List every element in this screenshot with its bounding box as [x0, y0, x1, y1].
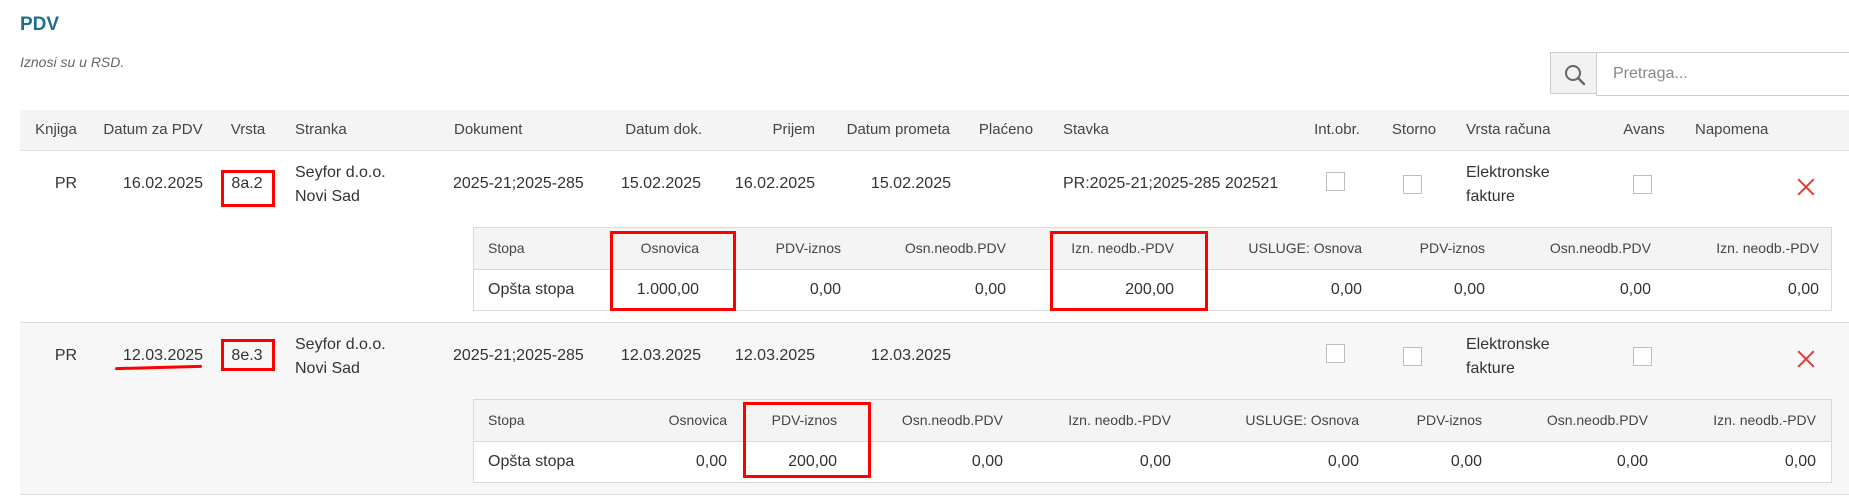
row-datum-dok: 15.02.2025: [620, 175, 701, 192]
int-obr-checkbox[interactable]: [1326, 344, 1345, 363]
search-box: [1550, 52, 1849, 96]
highlight-osnovica-row1: [610, 231, 736, 311]
vrsta-racuna-line2: fakture: [1466, 360, 1515, 377]
sub-col-usluge-osnova: USLUGE: Osnova: [1248, 240, 1362, 256]
col-datum-dok[interactable]: Datum dok.: [625, 110, 702, 150]
int-obr-checkbox[interactable]: [1326, 172, 1345, 191]
storno-checkbox[interactable]: [1403, 175, 1422, 194]
row-knjiga: PR: [54, 175, 78, 192]
sub-usluge-osnova: 0,00: [1330, 281, 1362, 298]
col-placeno[interactable]: Plaćeno: [979, 110, 1033, 150]
row-dokument: 2025-21;2025-285: [453, 347, 584, 364]
sub-osnovica: 0,00: [695, 453, 727, 470]
row-knjiga: PR: [54, 347, 78, 364]
page-title: PDV: [20, 14, 60, 35]
col-prijem[interactable]: Prijem: [772, 110, 815, 150]
sub-stopa: Opšta stopa: [488, 281, 575, 298]
vrsta-racuna-line2: fakture: [1466, 188, 1515, 205]
col-vrsta-racuna[interactable]: Vrsta računa: [1466, 110, 1551, 150]
col-vrsta[interactable]: Vrsta: [231, 110, 265, 150]
row-stranka: Seyfor d.o.o. Novi Sad: [295, 333, 386, 381]
table-row[interactable]: PR 16.02.2025 8a.2 Seyfor d.o.o. Novi Sa…: [20, 151, 1849, 322]
sub-col-osnovica: Osnovica: [668, 412, 727, 428]
sub-col-pdv-iznos-2: PDV-iznos: [1416, 412, 1482, 428]
sub-col-izn-neodb-2: Izn. neodb.-PDV: [1713, 412, 1816, 428]
col-avans[interactable]: Avans: [1623, 110, 1664, 150]
col-knjiga[interactable]: Knjiga: [35, 110, 77, 150]
avans-checkbox[interactable]: [1633, 347, 1652, 366]
highlight-vrsta-row1: [221, 170, 275, 207]
col-datum-pdv[interactable]: Datum za PDV: [103, 110, 202, 150]
col-dokument[interactable]: Dokument: [454, 110, 522, 150]
sub-izn-neodb-2: 0,00: [1787, 281, 1819, 298]
sub-col-pdv-iznos: PDV-iznos: [775, 240, 841, 256]
table-bottom-border: [20, 494, 1849, 495]
highlight-pdv-iznos-row2: [743, 402, 871, 478]
sub-pdv-iznos-2: 0,00: [1450, 453, 1482, 470]
row-datum-pdv: 12.03.2025: [122, 347, 204, 364]
storno-checkbox[interactable]: [1403, 347, 1422, 366]
sub-col-izn-neodb: Izn. neodb.-PDV: [1068, 412, 1171, 428]
highlight-izn-neodb-row1: [1050, 231, 1208, 311]
avans-checkbox[interactable]: [1633, 175, 1652, 194]
row-stavka: PR:2025-21;2025-285 202521: [1063, 175, 1279, 192]
col-stavka[interactable]: Stavka: [1063, 110, 1109, 150]
search-input[interactable]: [1596, 52, 1849, 96]
sub-col-osn-neodb: Osn.neodb.PDV: [904, 240, 1006, 256]
vat-subtable: Stopa Osnovica PDV-iznos Osn.neodb.PDV I…: [473, 399, 1832, 483]
stranka-name: Seyfor d.o.o.: [295, 336, 386, 353]
sub-col-izn-neodb-2: Izn. neodb.-PDV: [1716, 240, 1819, 256]
vrsta-racuna-line1: Elektronske: [1466, 336, 1550, 353]
page-subtitle: Iznosi su u RSD.: [20, 54, 125, 70]
col-int-obr[interactable]: Int.obr.: [1314, 110, 1360, 150]
table-row[interactable]: PR 12.03.2025 8e.3 Seyfor d.o.o. Novi Sa…: [20, 323, 1849, 494]
row-datum-pdv: 16.02.2025: [122, 175, 204, 192]
sub-col-pdv-iznos-2: PDV-iznos: [1419, 240, 1485, 256]
search-icon: [1565, 65, 1586, 86]
row-stranka: Seyfor d.o.o. Novi Sad: [295, 161, 386, 209]
col-datum-prometa[interactable]: Datum prometa: [847, 110, 950, 150]
vrsta-racuna-line1: Elektronske: [1466, 164, 1550, 181]
row-datum-dok: 12.03.2025: [620, 347, 701, 364]
subtable-header: Stopa Osnovica PDV-iznos Osn.neodb.PDV I…: [474, 400, 1831, 442]
sub-pdv-iznos-2: 0,00: [1453, 281, 1485, 298]
col-stranka[interactable]: Stranka: [295, 110, 347, 150]
sub-izn-neodb: 0,00: [1139, 453, 1171, 470]
sub-col-stopa: Stopa: [488, 240, 525, 256]
stranka-name: Seyfor d.o.o.: [295, 164, 386, 181]
stranka-city: Novi Sad: [295, 188, 360, 205]
stranka-city: Novi Sad: [295, 360, 360, 377]
sub-col-osn-neodb-2: Osn.neodb.PDV: [1549, 240, 1651, 256]
close-icon[interactable]: [1796, 177, 1816, 197]
sub-izn-neodb-2: 0,00: [1784, 453, 1816, 470]
sub-osn-neodb: 0,00: [971, 453, 1003, 470]
close-icon[interactable]: [1796, 349, 1816, 369]
row-vrsta-racuna: Elektronske fakture: [1466, 333, 1550, 381]
row-datum-prometa: 15.02.2025: [870, 175, 951, 192]
highlight-vrsta-row2: [221, 339, 275, 371]
col-napomena[interactable]: Napomena: [1695, 110, 1768, 150]
sub-col-usluge-osnova: USLUGE: Osnova: [1245, 412, 1359, 428]
sub-usluge-osnova: 0,00: [1327, 453, 1359, 470]
row-prijem: 12.03.2025: [734, 347, 815, 364]
sub-col-osn-neodb: Osn.neodb.PDV: [901, 412, 1003, 428]
row-datum-prometa: 12.03.2025: [870, 347, 951, 364]
row-prijem: 16.02.2025: [734, 175, 815, 192]
sub-col-osn-neodb-2: Osn.neodb.PDV: [1546, 412, 1648, 428]
col-storno[interactable]: Storno: [1392, 110, 1436, 150]
table-header: Knjiga Datum za PDV Vrsta Stranka Dokume…: [20, 110, 1849, 151]
sub-pdv-iznos: 0,00: [809, 281, 841, 298]
search-button[interactable]: [1550, 52, 1597, 94]
row-dokument: 2025-21;2025-285: [453, 175, 584, 192]
sub-osn-neodb: 0,00: [974, 281, 1006, 298]
sub-stopa: Opšta stopa: [488, 453, 575, 470]
sub-osn-neodb-2: 0,00: [1619, 281, 1651, 298]
sub-osn-neodb-2: 0,00: [1616, 453, 1648, 470]
row-vrsta-racuna: Elektronske fakture: [1466, 161, 1550, 209]
sub-col-stopa: Stopa: [488, 412, 525, 428]
